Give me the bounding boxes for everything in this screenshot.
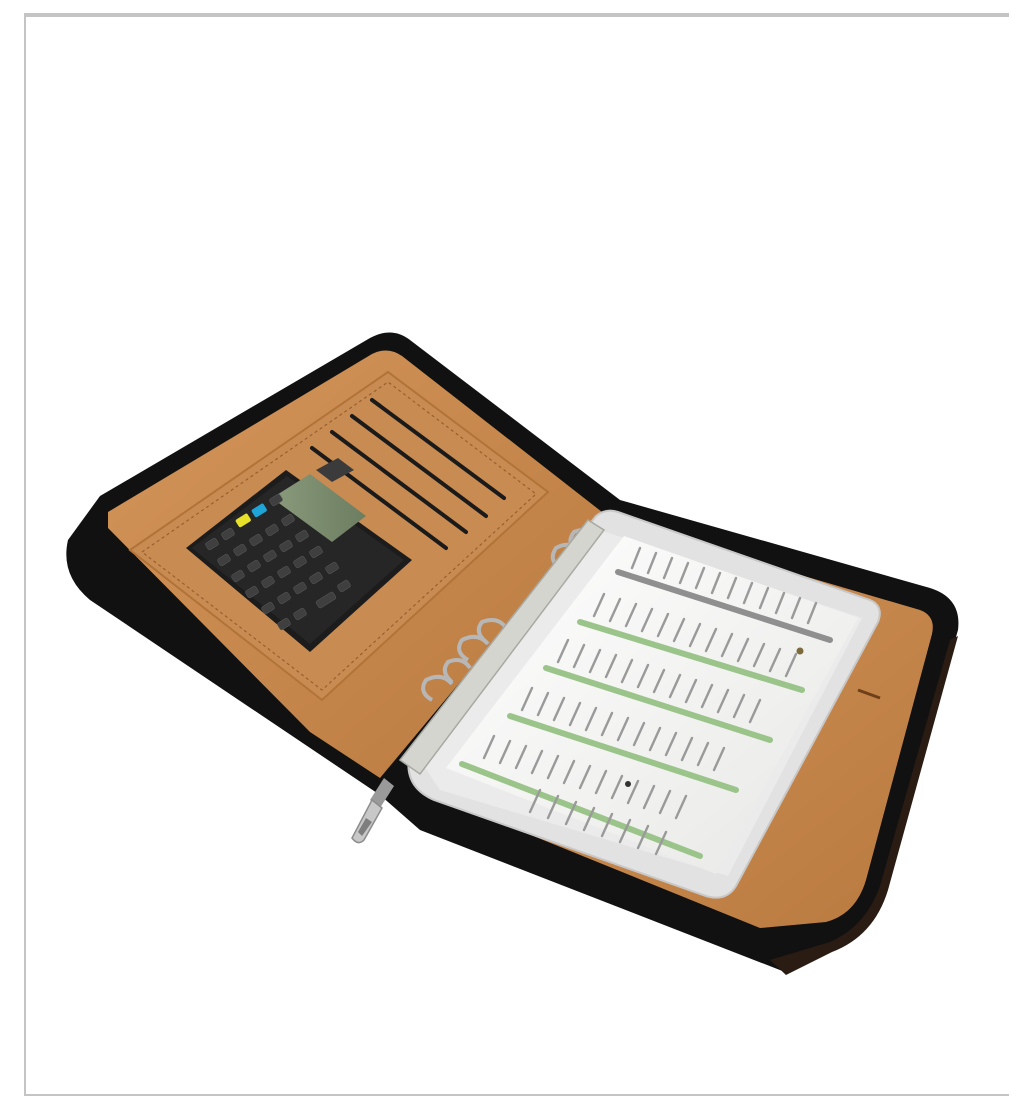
bur-head-dark — [625, 781, 631, 787]
bur-head-gold — [796, 647, 804, 655]
product-photo — [66, 332, 959, 975]
